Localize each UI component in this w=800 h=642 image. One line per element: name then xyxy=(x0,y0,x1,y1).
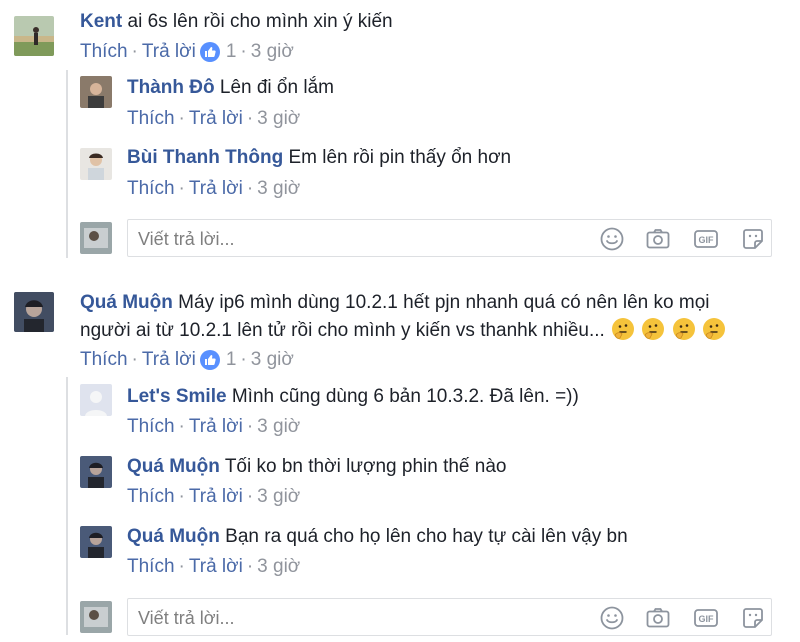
svg-text:GIF: GIF xyxy=(699,235,715,245)
reply-author[interactable]: Let's Smile xyxy=(127,386,227,407)
comment-text: Máy ip6 mình dùng 10.2.1 hết pjn nhanh q… xyxy=(178,292,710,313)
reply-link[interactable]: Trả lời xyxy=(189,413,243,441)
person-photo-icon xyxy=(80,526,112,558)
like-link[interactable]: Thích xyxy=(80,346,128,374)
comment: Kent ai 6s lên rồi cho mình xin ý kiến T… xyxy=(80,8,393,66)
like-link[interactable]: Thích xyxy=(80,38,128,66)
emoji-icon[interactable] xyxy=(599,605,625,631)
person-photo-icon xyxy=(80,76,112,108)
emoji-icon[interactable] xyxy=(599,226,625,252)
gif-icon[interactable]: GIF xyxy=(693,226,719,252)
timestamp[interactable]: 3 giờ xyxy=(257,483,300,511)
comment-text: ai 6s lên rồi cho mình xin ý kiến xyxy=(127,11,393,32)
reply-box[interactable]: GIF xyxy=(127,219,772,257)
reply-link[interactable]: Trả lời xyxy=(189,483,243,511)
reply-link[interactable]: Trả lời xyxy=(189,105,243,133)
avatar[interactable] xyxy=(80,456,112,488)
avatar[interactable] xyxy=(80,601,112,633)
reply-link[interactable]: Trả lời xyxy=(142,346,196,374)
thinking-face-icon xyxy=(640,318,670,341)
timestamp[interactable]: 3 giờ xyxy=(257,105,300,133)
reply: Quá Muộn Tối ko bn thời lượng phin thế n… xyxy=(127,453,506,511)
separator: · xyxy=(178,108,185,129)
person-photo-icon xyxy=(80,601,112,633)
reply-text: Lên đi ổn lắm xyxy=(219,77,334,98)
thinking-face-icon xyxy=(610,318,640,341)
like-icon[interactable] xyxy=(199,350,220,370)
person-photo-icon xyxy=(14,292,54,332)
person-photo-icon xyxy=(80,456,112,488)
comment: Quá Muộn Máy ip6 mình dùng 10.2.1 hết pj… xyxy=(80,289,726,374)
reply-link[interactable]: Trả lời xyxy=(189,553,243,581)
avatar[interactable] xyxy=(80,148,112,180)
reply-link[interactable]: Trả lời xyxy=(189,175,243,203)
reply-text: Tối ko bn thời lượng phin thế nào xyxy=(224,456,507,477)
reply: Bùi Thanh Thông Em lên rồi pin thấy ổn h… xyxy=(127,144,511,203)
avatar[interactable] xyxy=(14,292,54,332)
avatar[interactable] xyxy=(80,76,112,108)
like-link[interactable]: Thích xyxy=(127,175,175,203)
default-avatar-icon xyxy=(80,384,112,416)
like-link[interactable]: Thích xyxy=(127,553,175,581)
reply-author[interactable]: Bùi Thanh Thông xyxy=(127,147,283,168)
separator: · xyxy=(131,41,138,62)
reply-author[interactable]: Quá Muộn xyxy=(127,456,220,477)
thinking-face-icon xyxy=(701,318,726,341)
separator: · xyxy=(246,416,254,437)
thread-line xyxy=(66,377,68,635)
separator: · xyxy=(246,556,254,577)
reply-input[interactable] xyxy=(136,605,580,631)
separator: · xyxy=(246,108,254,129)
reply-box[interactable]: GIF xyxy=(127,598,772,636)
camera-icon[interactable] xyxy=(645,605,671,631)
timestamp[interactable]: 3 giờ xyxy=(251,346,294,374)
reply-link[interactable]: Trả lời xyxy=(142,38,196,66)
sticker-icon[interactable] xyxy=(740,605,766,631)
comment-author[interactable]: Quá Muộn xyxy=(80,292,173,313)
thinking-face-icon xyxy=(671,318,701,341)
separator: · xyxy=(178,416,185,437)
timestamp[interactable]: 3 giờ xyxy=(257,553,300,581)
person-photo-icon xyxy=(80,148,112,180)
svg-text:GIF: GIF xyxy=(699,614,715,624)
gif-icon[interactable]: GIF xyxy=(693,605,719,631)
reaction-count[interactable]: 1 xyxy=(226,346,237,374)
thread-line xyxy=(66,70,68,258)
comment-text-continued: người ai từ 10.2.1 lên tử rồi cho mình y… xyxy=(80,320,605,341)
reply: Let's Smile Mình cũng dùng 6 bản 10.3.2.… xyxy=(127,383,579,441)
separator: · xyxy=(178,556,185,577)
separator: · xyxy=(178,178,185,199)
timestamp[interactable]: 3 giờ xyxy=(251,38,294,66)
like-link[interactable]: Thích xyxy=(127,483,175,511)
timestamp[interactable]: 3 giờ xyxy=(257,413,300,441)
avatar[interactable] xyxy=(80,384,112,416)
timestamp[interactable]: 3 giờ xyxy=(257,175,300,203)
comment-author[interactable]: Kent xyxy=(80,11,122,32)
reply-author[interactable]: Quá Muộn xyxy=(127,526,220,547)
avatar[interactable] xyxy=(14,16,54,56)
sticker-icon[interactable] xyxy=(740,226,766,252)
separator: · xyxy=(131,349,138,370)
reply-text: Bạn ra quá cho họ lên cho hay tự cài lên… xyxy=(225,526,628,547)
person-photo-icon xyxy=(80,222,112,254)
avatar[interactable] xyxy=(80,526,112,558)
separator: · xyxy=(240,349,247,370)
reaction-count[interactable]: 1 xyxy=(226,38,237,66)
reply-text: Em lên rồi pin thấy ổn hơn xyxy=(288,147,512,168)
reply-input[interactable] xyxy=(136,226,580,252)
landscape-photo-icon xyxy=(14,16,54,56)
reply: Quá Muộn Bạn ra quá cho họ lên cho hay t… xyxy=(127,523,628,581)
avatar[interactable] xyxy=(80,222,112,254)
reply-text: Mình cũng dùng 6 bản 10.3.2. Đã lên. =)) xyxy=(231,386,579,407)
separator: · xyxy=(246,486,254,507)
separator: · xyxy=(178,486,185,507)
like-icon[interactable] xyxy=(199,42,220,62)
reply-author[interactable]: Thành Đô xyxy=(127,77,215,98)
like-link[interactable]: Thích xyxy=(127,413,175,441)
reply: Thành Đô Lên đi ổn lắm Thích · Trả lời ·… xyxy=(127,74,334,133)
like-link[interactable]: Thích xyxy=(127,105,175,133)
separator: · xyxy=(246,178,254,199)
separator: · xyxy=(240,41,247,62)
camera-icon[interactable] xyxy=(645,226,671,252)
